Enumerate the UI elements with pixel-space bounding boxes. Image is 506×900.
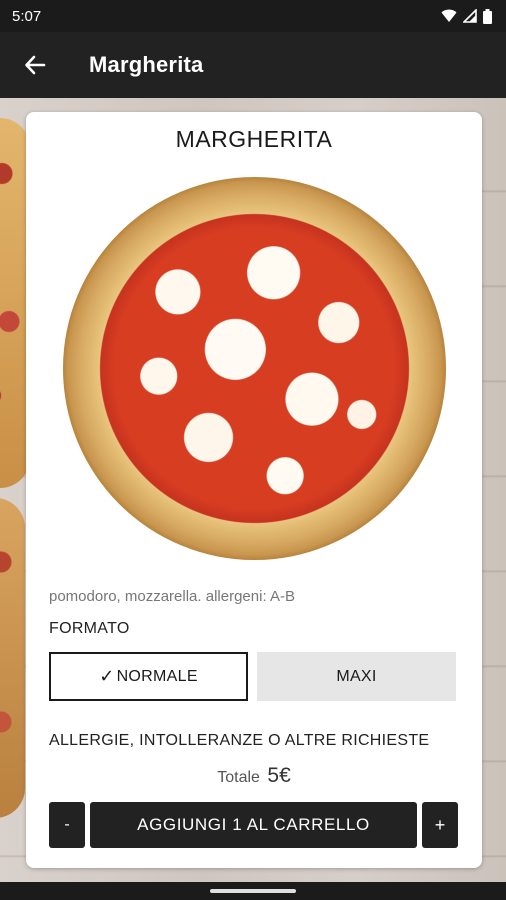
signal-icon [463, 9, 477, 23]
status-bar: 5:07 [0, 0, 506, 32]
system-navigation-bar [0, 882, 506, 900]
decrease-quantity-button[interactable]: - [49, 802, 85, 848]
format-label: FORMATO [49, 620, 130, 637]
format-option-label: NORMALE [116, 667, 198, 685]
product-card: MARGHERITA pomodoro, mozzarella. allerge… [26, 112, 482, 868]
arrow-left-icon [25, 55, 46, 75]
product-title: MARGHERITA [175, 126, 333, 152]
home-gesture-handle[interactable] [210, 889, 296, 893]
special-requests-link[interactable]: ALLERGIE, INTOLLERANZE O ALTRE RICHIESTE [49, 732, 429, 750]
pizza-image [63, 177, 446, 560]
add-to-cart-button[interactable]: AGGIUNGI 1 AL CARRELLO [90, 802, 417, 848]
format-option-label: MAXI [336, 667, 377, 685]
app-bar: Margherita [0, 32, 506, 98]
check-icon: ✓ [99, 666, 115, 686]
wifi-icon [441, 9, 457, 22]
back-button[interactable] [0, 32, 70, 98]
app-bar-title: Margherita [89, 52, 204, 77]
total-row: Totale 5€ [26, 764, 482, 788]
battery-icon [483, 8, 492, 24]
total-label: Totale [217, 769, 260, 786]
background-pizza-decoration [0, 498, 25, 818]
increase-quantity-button[interactable]: + [422, 802, 458, 848]
product-description: pomodoro, mozzarella. allergeni: A-B [49, 588, 295, 605]
status-icons [441, 8, 492, 24]
status-time: 5:07 [12, 7, 42, 25]
total-value: 5€ [267, 764, 291, 787]
format-option-maxi[interactable]: MAXI [257, 652, 456, 701]
format-option-normale[interactable]: ✓ NORMALE [49, 652, 248, 701]
